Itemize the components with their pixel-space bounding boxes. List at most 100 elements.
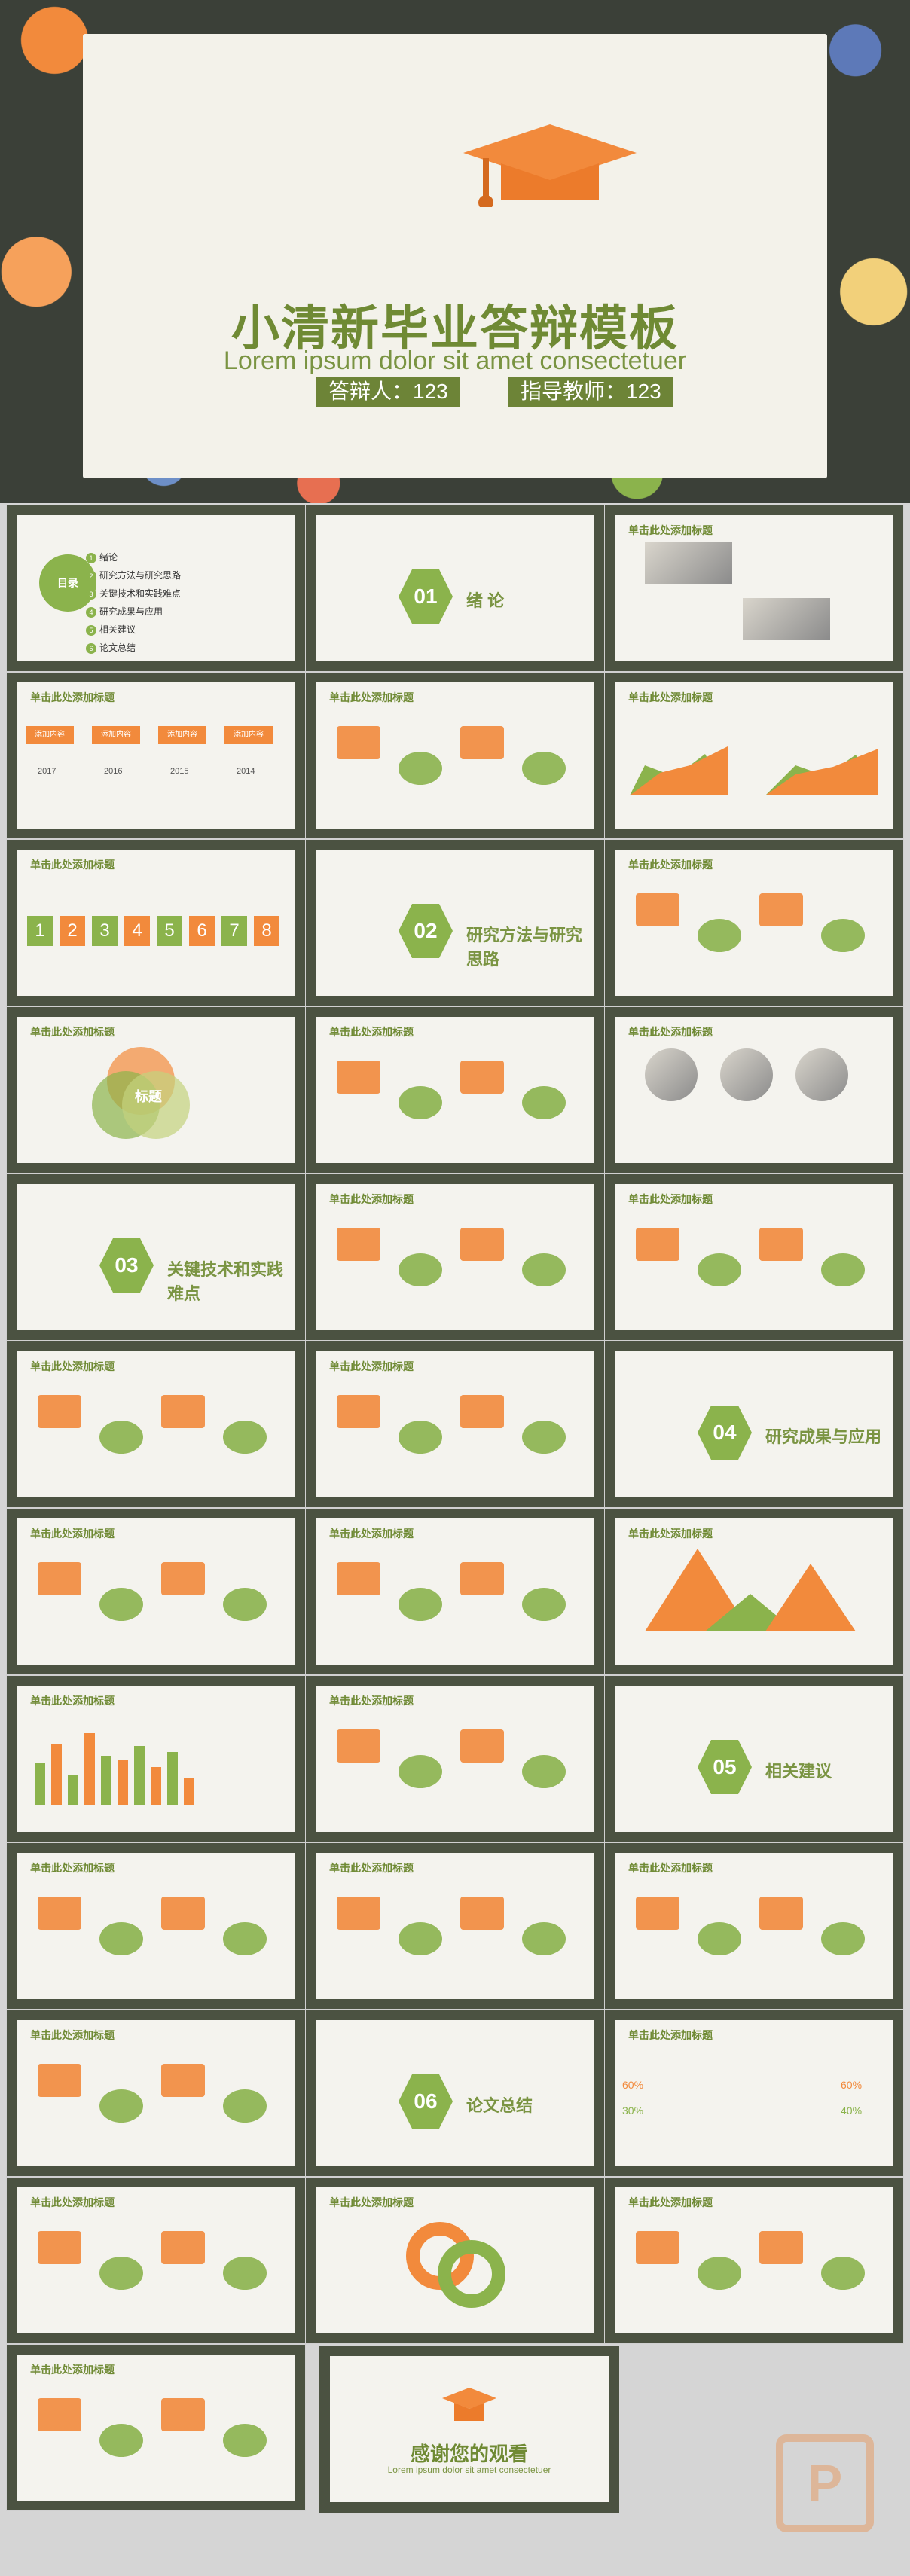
section-number: 04 bbox=[698, 1406, 752, 1460]
year-value: 2017 bbox=[38, 767, 56, 776]
placeholder-block bbox=[399, 1086, 442, 1119]
year-label: 添加内容 bbox=[26, 726, 74, 744]
placeholder-block bbox=[698, 1253, 741, 1286]
placeholder-block bbox=[821, 1922, 865, 1955]
slide-thumbnail[interactable]: 单击此处添加标题 bbox=[6, 2010, 306, 2177]
slide-title: 单击此处添加标题 bbox=[30, 1360, 115, 1372]
toc-number-icon: 6 bbox=[86, 643, 96, 654]
placeholder-block bbox=[460, 1395, 504, 1428]
placeholder-block bbox=[522, 1755, 566, 1788]
slide-content: 单击此处添加标题 bbox=[17, 2020, 295, 2166]
slide-thumbnail[interactable]: 单击此处添加标题 bbox=[6, 2177, 306, 2344]
percentage-value: 60% bbox=[622, 2079, 644, 2091]
placeholder-block bbox=[399, 1755, 442, 1788]
slide-title: 单击此处添加标题 bbox=[30, 1862, 115, 1874]
slide-title: 单击此处添加标题 bbox=[329, 1695, 414, 1707]
slide-thumbnail[interactable]: 单击此处添加标题 bbox=[604, 1006, 904, 1174]
placeholder-block bbox=[161, 1897, 205, 1930]
section-title: 绪 论 bbox=[466, 591, 505, 610]
slide-content: 单击此处添加标题 60% 30% 60% 40% bbox=[615, 2020, 893, 2166]
slide-thumbnail[interactable]: 单击此处添加标题 bbox=[305, 1174, 605, 1341]
slide-title: 单击此处添加标题 bbox=[329, 2196, 414, 2208]
slide-content: 01 绪 论 bbox=[316, 515, 594, 661]
watermark-logo: P bbox=[776, 2434, 874, 2532]
section-title: 研究成果与应用 bbox=[765, 1427, 882, 1446]
placeholder-block bbox=[337, 726, 380, 759]
step-number: 4 bbox=[124, 916, 150, 946]
placeholder-block bbox=[161, 2064, 205, 2097]
year-value: 2015 bbox=[170, 767, 189, 776]
placeholder-block bbox=[522, 752, 566, 785]
slide-content: 单击此处添加标题 bbox=[615, 850, 893, 996]
slide-content: 05 相关建议 bbox=[615, 1686, 893, 1832]
slide-content: 单击此处添加标题 标题 bbox=[17, 1017, 295, 1163]
placeholder-block bbox=[99, 2424, 143, 2457]
slide-content: 单击此处添加标题 bbox=[17, 1686, 295, 1832]
slide-thumbnail[interactable]: 单击此处添加标题 bbox=[305, 1508, 605, 1675]
photo-placeholder bbox=[645, 542, 732, 584]
slide-title: 单击此处添加标题 bbox=[30, 1695, 115, 1707]
slide-thumbnail[interactable]: 02 研究方法与研究思路 bbox=[305, 839, 605, 1006]
slide-title: 单击此处添加标题 bbox=[30, 2364, 115, 2376]
placeholder-block bbox=[821, 919, 865, 952]
slide-thumbnail[interactable]: 单击此处添加标题 bbox=[305, 1675, 605, 1842]
slide-thumbnail[interactable]: 单击此处添加标题 bbox=[604, 839, 904, 1006]
slide-thumbnail[interactable]: 单击此处添加标题 bbox=[604, 1508, 904, 1675]
slide-thumbnail[interactable]: 单击此处添加标题 标题 bbox=[6, 1006, 306, 1174]
chart-bar bbox=[167, 1752, 178, 1805]
slide-thumbnail[interactable]: 单击此处添加标题 bbox=[305, 1006, 605, 1174]
placeholder-block bbox=[161, 1395, 205, 1428]
slide-thumbnail[interactable]: 单击此处添加标题 bbox=[6, 1675, 306, 1842]
slide-thumbnail[interactable]: 单击此处添加标题 bbox=[305, 2177, 605, 2344]
placeholder-block bbox=[460, 1897, 504, 1930]
slide-thumbnail[interactable]: 单击此处添加标题 bbox=[604, 2177, 904, 2344]
placeholder-block bbox=[337, 1228, 380, 1261]
slide-thumbnail[interactable]: 06 论文总结 bbox=[305, 2010, 605, 2177]
step-number: 5 bbox=[157, 916, 182, 946]
slide-thumbnail[interactable]: 单击此处添加标题 bbox=[604, 1174, 904, 1341]
toc-label: 研究方法与研究思路 bbox=[99, 570, 182, 581]
toc-number-icon: 3 bbox=[86, 589, 96, 600]
step-number: 2 bbox=[60, 916, 85, 946]
slide-thumbnail[interactable]: 单击此处添加标题 bbox=[604, 1842, 904, 2010]
placeholder-block bbox=[38, 2231, 81, 2264]
ring-icon bbox=[438, 2240, 505, 2308]
slide-thumbnail[interactable]: 目录 1 绪论 2 研究方法与研究思路 3 关键技术和实践难点 4 研究成果与应用 5 相关建议 6 论… bbox=[6, 505, 306, 672]
placeholder-block bbox=[161, 2398, 205, 2431]
slide-title: 单击此处添加标题 bbox=[30, 1528, 115, 1540]
toc-item: 6 论文总结 bbox=[86, 641, 221, 654]
placeholder-block bbox=[399, 752, 442, 785]
placeholder-block bbox=[698, 2257, 741, 2290]
placeholder-block bbox=[522, 1086, 566, 1119]
slide-title: 单击此处添加标题 bbox=[628, 1862, 713, 1874]
slide-thumbnail[interactable]: 单击此处添加标题 bbox=[604, 672, 904, 839]
toc-number-icon: 4 bbox=[86, 607, 96, 618]
slide-title: 单击此处添加标题 bbox=[628, 2196, 713, 2208]
slide-thumbnail[interactable]: 单击此处添加标题 1 2 3 4 5 6 7 8 bbox=[6, 839, 306, 1006]
slide-thumbnail[interactable]: 单击此处添加标题 bbox=[6, 1341, 306, 1508]
slide-content: 单击此处添加标题 bbox=[17, 2355, 295, 2501]
slide-thumbnail[interactable]: 01 绪 论 bbox=[305, 505, 605, 672]
slide-thumbnail[interactable]: 单击此处添加标题 bbox=[305, 672, 605, 839]
slide-thumbnail[interactable]: 05 相关建议 bbox=[604, 1675, 904, 1842]
slide-thumbnail[interactable]: 单击此处添加标题 60% 30% 60% 40% bbox=[604, 2010, 904, 2177]
slide-content: 单击此处添加标题 bbox=[316, 1351, 594, 1497]
slide-end[interactable]: 感谢您的观看 Lorem ipsum dolor sit amet consec… bbox=[319, 2346, 619, 2513]
slide-thumbnail[interactable]: 单击此处添加标题 bbox=[305, 1842, 605, 2010]
slide-thumbnail[interactable]: 单击此处添加标题 bbox=[305, 1341, 605, 1508]
placeholder-block bbox=[460, 1228, 504, 1261]
slide-title: 单击此处添加标题 bbox=[329, 691, 414, 704]
slide-title: 单击此处添加标题 bbox=[628, 1193, 713, 1205]
toc-label: 相关建议 bbox=[99, 624, 136, 635]
slide-thumbnail[interactable]: 单击此处添加标题 bbox=[6, 2344, 306, 2511]
slide-thumbnail[interactable]: 单击此处添加标题 bbox=[6, 1508, 306, 1675]
slide-thumbnail[interactable]: 单击此处添加标题 bbox=[604, 505, 904, 672]
placeholder-block bbox=[223, 1922, 267, 1955]
slide-thumbnail[interactable]: 单击此处添加标题 添加内容 2017 添加内容 2016 添加内容 2015 添加内容 2014 bbox=[6, 672, 306, 839]
placeholder-block bbox=[636, 1897, 679, 1930]
placeholder-block bbox=[636, 893, 679, 926]
slide-thumbnail[interactable]: 单击此处添加标题 bbox=[6, 1842, 306, 2010]
placeholder-block bbox=[636, 2231, 679, 2264]
slide-thumbnail[interactable]: 04 研究成果与应用 bbox=[604, 1341, 904, 1508]
slide-thumbnail[interactable]: 03 关键技术和实践难点 bbox=[6, 1174, 306, 1341]
